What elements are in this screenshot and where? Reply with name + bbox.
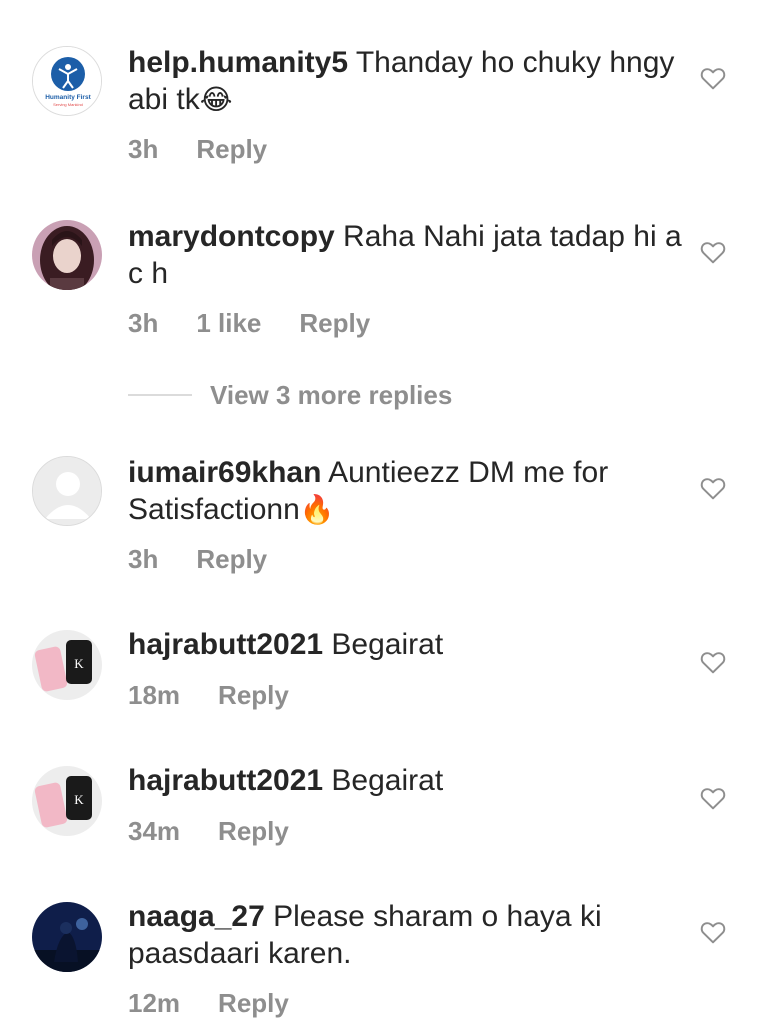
username[interactable]: hajrabutt2021	[128, 764, 323, 797]
timestamp: 3h	[128, 544, 159, 574]
comment-body: hajrabutt2021 Begairat	[128, 762, 688, 799]
username[interactable]: help.humanity5	[128, 46, 348, 79]
comment-body: help.humanity5 Thanday ho chuky hngy abi…	[128, 44, 688, 118]
comment-text: marydontcopy Raha Nahi jata tadap hi a c…	[128, 218, 688, 292]
comment-meta: 3h Reply	[128, 134, 305, 165]
svg-text:K: K	[74, 792, 84, 807]
heart-outline-icon[interactable]	[700, 786, 726, 810]
comment-meta: 18m Reply	[128, 680, 327, 711]
comment-text: naaga_27 Please sharam o haya ki paasdaa…	[128, 898, 688, 972]
timestamp: 34m	[128, 816, 181, 846]
heart-outline-icon[interactable]	[700, 66, 726, 90]
comment-text: help.humanity5 Thanday ho chuky hngy abi…	[128, 44, 688, 118]
reply-button[interactable]: Reply	[218, 816, 289, 846]
comment-text: hajrabutt2021 Begairat	[128, 626, 688, 663]
comment-meta: 3h Reply	[128, 544, 305, 575]
timestamp: 18m	[128, 680, 181, 710]
avatar[interactable]: K	[32, 766, 102, 836]
reply-button[interactable]: Reply	[299, 308, 370, 338]
heart-outline-icon[interactable]	[700, 920, 726, 944]
avatar[interactable]: K	[32, 630, 102, 700]
comment-meta: 3h 1 like Reply	[128, 308, 408, 339]
avatar-logo-subtext: Serving Mankind	[53, 102, 83, 107]
avatar[interactable]	[32, 456, 102, 526]
laughing-emoji-icon: 😂	[199, 83, 233, 116]
timestamp: 3h	[128, 134, 159, 164]
username[interactable]: iumair69khan	[128, 456, 321, 489]
comment-text: hajrabutt2021 Begairat	[128, 762, 688, 799]
reply-button[interactable]: Reply	[218, 988, 289, 1018]
comment-content: Begairat	[323, 628, 444, 661]
heart-outline-icon[interactable]	[700, 476, 726, 500]
comment-body: hajrabutt2021 Begairat	[128, 626, 688, 663]
comment-meta: 34m Reply	[128, 816, 327, 847]
comment-body: iumair69khan Auntieezz DM me for Satisfa…	[128, 454, 688, 528]
reply-button[interactable]: Reply	[196, 544, 267, 574]
timestamp: 12m	[128, 988, 181, 1018]
comment-content: Begairat	[323, 764, 444, 797]
comment-meta: 12m Reply	[128, 988, 327, 1019]
svg-text:K: K	[74, 656, 84, 671]
avatar[interactable]	[32, 220, 102, 290]
comment-body: marydontcopy Raha Nahi jata tadap hi a c…	[128, 218, 688, 292]
username[interactable]: hajrabutt2021	[128, 628, 323, 661]
username[interactable]: marydontcopy	[128, 220, 335, 253]
replies-divider-line	[128, 394, 192, 396]
fire-emoji-icon: 🔥	[299, 493, 335, 526]
avatar-logo-text: Humanity First	[45, 94, 91, 101]
reply-button[interactable]: Reply	[218, 680, 289, 710]
comment-body: naaga_27 Please sharam o haya ki paasdaa…	[128, 898, 688, 972]
avatar[interactable]: Humanity First Serving Mankind	[32, 46, 102, 116]
avatar[interactable]	[32, 902, 102, 972]
likes-count[interactable]: 1 like	[196, 308, 261, 338]
comment-text: iumair69khan Auntieezz DM me for Satisfa…	[128, 454, 688, 528]
heart-outline-icon[interactable]	[700, 240, 726, 264]
heart-outline-icon[interactable]	[700, 650, 726, 674]
reply-button[interactable]: Reply	[196, 134, 267, 164]
timestamp: 3h	[128, 308, 159, 338]
view-more-replies-label[interactable]: View 3 more replies	[210, 380, 452, 411]
username[interactable]: naaga_27	[128, 900, 265, 933]
